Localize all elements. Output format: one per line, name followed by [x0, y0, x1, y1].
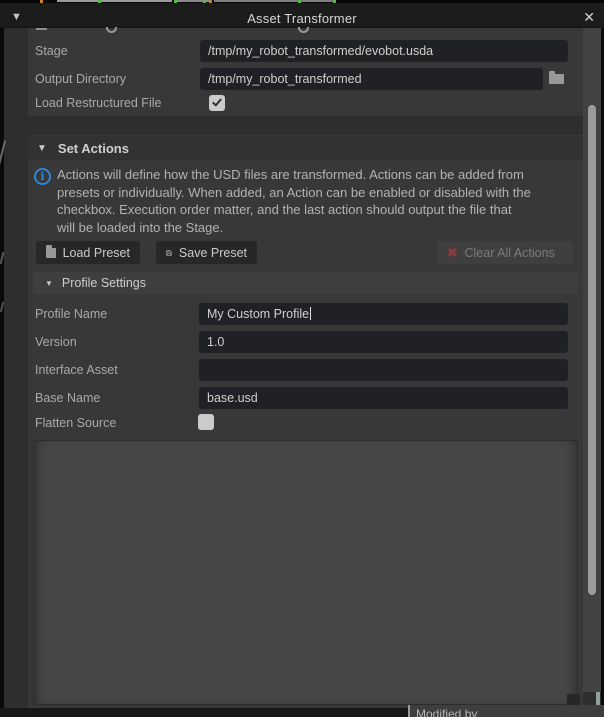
set-actions-title: Set Actions — [58, 141, 129, 156]
window-left-edge — [0, 28, 4, 717]
profile-name-label: Profile Name — [35, 307, 107, 321]
title-bar[interactable]: ▼ Asset Transformer ✕ — [0, 3, 604, 28]
interface-asset-input[interactable] — [199, 359, 568, 381]
flatten-source-label: Flatten Source — [35, 416, 116, 430]
tooltip: Modified by — [408, 705, 604, 717]
clear-all-actions-label: Clear All Actions — [464, 246, 554, 260]
clear-all-actions-button: ✖ Clear All Actions — [437, 241, 573, 264]
version-input[interactable]: 1.0 — [199, 331, 568, 353]
clear-x-icon: ✖ — [447, 245, 457, 260]
version-label: Version — [35, 335, 77, 349]
save-icon — [166, 246, 172, 260]
edge-artifact — [214, 0, 334, 2]
text-cursor — [310, 307, 311, 320]
folder-icon — [46, 248, 56, 258]
edge-artifact — [0, 302, 4, 312]
browse-folder-button[interactable] — [546, 70, 566, 88]
folder-icon — [549, 74, 564, 84]
save-preset-label: Save Preset — [179, 246, 247, 260]
load-preset-label: Load Preset — [63, 246, 130, 260]
profile-name-value: My Custom Profile — [207, 307, 309, 321]
output-directory-label: Output Directory — [35, 72, 126, 86]
flatten-source-checkbox[interactable] — [198, 414, 214, 430]
load-preset-button[interactable]: Load Preset — [36, 241, 140, 264]
clipped-row-remnant — [36, 28, 47, 30]
load-restructured-file-checkbox[interactable] — [209, 95, 225, 111]
base-name-label: Base Name — [35, 391, 100, 405]
chevron-down-icon: ▼ — [37, 143, 47, 154]
base-name-input[interactable]: base.usd — [199, 387, 568, 409]
save-preset-button[interactable]: Save Preset — [156, 241, 257, 264]
set-actions-description: Actions will define how the USD files ar… — [57, 166, 575, 236]
load-restructured-file-label: Load Restructured File — [35, 96, 161, 110]
profile-settings-header[interactable]: ▼ Profile Settings — [33, 272, 578, 294]
asset-transformer-window: ▼ Asset Transformer ✕ Stage /tmp/my_robo… — [0, 0, 604, 717]
stage-label: Stage — [35, 44, 68, 58]
stage-input[interactable]: /tmp/my_robot_transformed/evobot.usda — [200, 40, 568, 62]
scrollbar-thumb[interactable] — [588, 105, 596, 595]
edge-artifact — [0, 140, 6, 166]
check-icon — [210, 96, 224, 109]
interface-asset-label: Interface Asset — [35, 363, 118, 377]
close-icon[interactable]: ✕ — [583, 10, 595, 24]
edge-artifact — [57, 0, 172, 2]
profile-name-input[interactable]: My Custom Profile — [199, 303, 568, 325]
chevron-down-icon: ▼ — [45, 279, 53, 288]
window-title: Asset Transformer — [0, 11, 604, 26]
output-directory-input[interactable]: /tmp/my_robot_transformed — [200, 68, 543, 90]
info-icon: i — [34, 168, 51, 185]
set-actions-header[interactable]: ▼ Set Actions — [28, 136, 583, 160]
edge-artifact — [0, 252, 4, 264]
profile-settings-title: Profile Settings — [62, 276, 146, 290]
actions-list-panel[interactable] — [33, 440, 578, 705]
